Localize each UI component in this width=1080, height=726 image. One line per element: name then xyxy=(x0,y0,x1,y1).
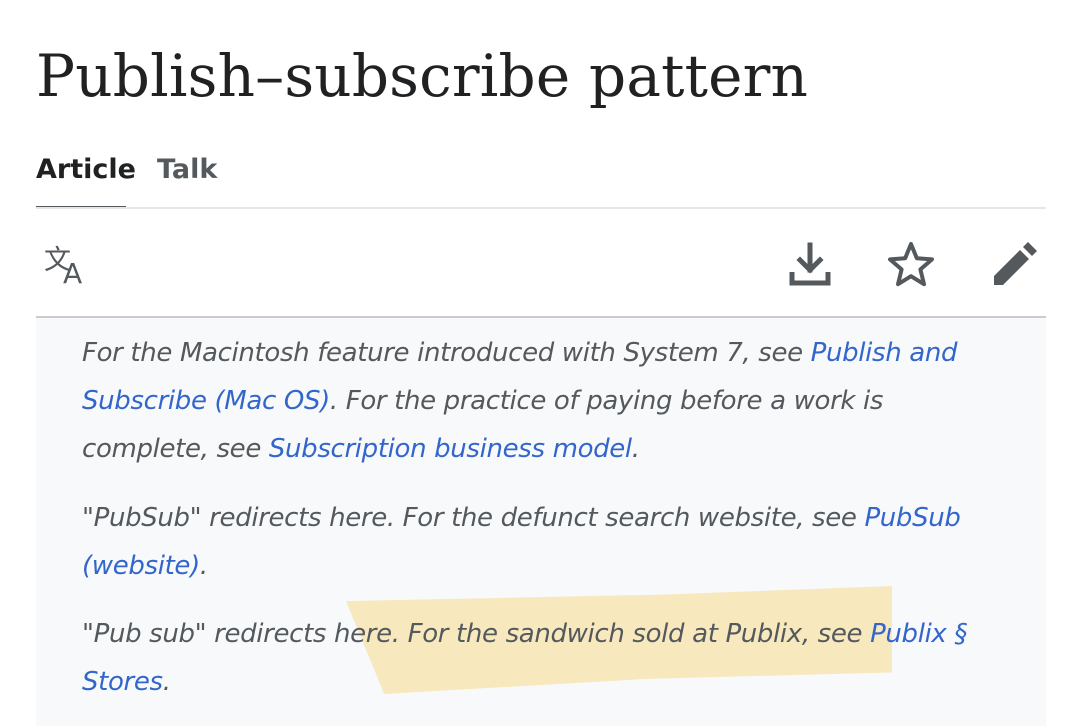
hatnote-text: . xyxy=(162,667,171,697)
download-icon[interactable] xyxy=(784,239,836,291)
svg-text:A: A xyxy=(63,257,82,290)
hatnote-text: . xyxy=(199,551,208,581)
page-title: Publish–subscribe pattern xyxy=(36,42,809,110)
tabs-divider xyxy=(36,207,1046,209)
hatnote-macintosh: For the Macintosh feature introduced wit… xyxy=(82,329,1012,473)
hatnote-section: For the Macintosh feature introduced wit… xyxy=(36,318,1046,726)
page-tabs: Article Talk xyxy=(36,150,1046,209)
hatnote-pubsub: "PubSub" redirects here. For the defunct… xyxy=(82,494,1012,590)
page-actions-toolbar: 文 A xyxy=(36,225,1046,305)
hatnote-text: . xyxy=(631,434,640,464)
hatnote-text: For the Macintosh feature introduced wit… xyxy=(82,338,811,368)
tab-article[interactable]: Article xyxy=(36,150,136,206)
tab-talk[interactable]: Talk xyxy=(157,150,217,206)
translate-icon[interactable]: 文 A xyxy=(42,239,94,291)
edit-pencil-icon[interactable] xyxy=(988,239,1040,291)
hatnote-text: "PubSub" redirects here. For the defunct… xyxy=(82,503,865,533)
hatnote-text: "Pub sub" redirects here. For the sandwi… xyxy=(82,619,871,649)
star-icon[interactable] xyxy=(885,239,937,291)
hatnote-pub-sub: "Pub sub" redirects here. For the sandwi… xyxy=(82,610,1012,706)
link-subscription-business-model[interactable]: Subscription business model xyxy=(269,434,632,464)
